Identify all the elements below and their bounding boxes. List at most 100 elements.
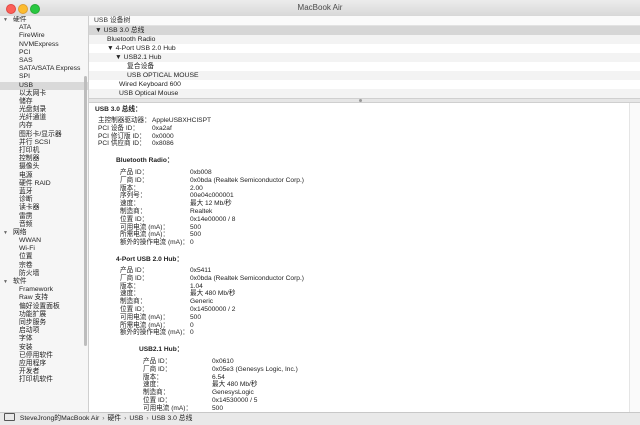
breadcrumb: SteveJrong的MacBook Air › 硬件 › USB › USB 3.0 总线 bbox=[0, 412, 640, 425]
sidebar-item[interactable]: 雷雳 bbox=[0, 213, 88, 221]
laptop-icon bbox=[4, 413, 15, 422]
sidebar-item[interactable]: 并行 SCSI bbox=[0, 139, 88, 147]
detail-scrollbar[interactable] bbox=[629, 103, 640, 412]
sidebar-item[interactable]: ATA bbox=[0, 24, 88, 32]
disclosure-triangle-icon[interactable]: ▼ bbox=[115, 54, 124, 61]
detail-field: 制造商： Generic bbox=[120, 298, 213, 306]
disclosure-triangle-icon[interactable]: ▼ bbox=[107, 45, 116, 52]
tree-row[interactable]: Bluetooth Radio bbox=[89, 35, 640, 44]
field-key: 可用电流 (mA)： bbox=[120, 313, 170, 321]
disclosure-triangle-icon[interactable]: ▼ bbox=[95, 27, 104, 34]
field-key: 厂商 ID： bbox=[120, 274, 149, 282]
sidebar-item[interactable]: 已停用软件 bbox=[0, 352, 88, 360]
sidebar-scrollbar[interactable] bbox=[84, 76, 87, 346]
detail-field: 额外的操作电流 (mA)： 0 bbox=[120, 239, 194, 247]
field-key: 产品 ID： bbox=[120, 169, 149, 176]
sidebar-item[interactable]: 读卡器 bbox=[0, 204, 88, 212]
field-value: 0x0610 bbox=[212, 358, 234, 365]
sidebar-item[interactable]: USB bbox=[0, 81, 88, 90]
sidebar-item[interactable]: 偏好设置面板 bbox=[0, 303, 88, 311]
sidebar-item[interactable]: SAS bbox=[0, 57, 88, 65]
sidebar-category[interactable]: ▼ 网络 bbox=[0, 229, 88, 237]
sidebar-item[interactable]: SPI bbox=[0, 73, 88, 81]
usb-device-tree[interactable]: USB 设备树 ▼ USB 3.0 总线 Bluetooth Radio ▼ 4-P… bbox=[89, 16, 640, 98]
field-value: 0x0bda (Realtek Semiconductor Corp.) bbox=[190, 176, 304, 184]
tree-row[interactable]: 复合设备 bbox=[89, 62, 640, 71]
tree-row[interactable]: ▼ 4-Port USB 2.0 Hub bbox=[89, 44, 640, 53]
tree-row[interactable]: USB OPTICAL MOUSE bbox=[89, 71, 640, 80]
sidebar-item[interactable]: 内存 bbox=[0, 122, 88, 130]
sidebar-category[interactable]: ▼ 硬件 bbox=[0, 16, 88, 24]
sidebar-item[interactable]: PCI bbox=[0, 49, 88, 57]
sidebar[interactable]: ▼ 硬件 ATA FireWire NVMExpress PCI SAS SATA/SATA … bbox=[0, 16, 89, 412]
sidebar-item[interactable]: 诊断 bbox=[0, 196, 88, 204]
breadcrumb-item[interactable]: USB bbox=[129, 415, 143, 422]
sidebar-item[interactable]: 启动项 bbox=[0, 327, 88, 335]
sidebar-item[interactable]: 图形卡/显示器 bbox=[0, 131, 88, 139]
sidebar-item[interactable]: 光纤通道 bbox=[0, 114, 88, 122]
tree-row[interactable]: Wired Keyboard 600 bbox=[89, 80, 640, 89]
tree-row-label: Bluetooth Radio bbox=[107, 36, 156, 43]
sidebar-item[interactable]: 储存 bbox=[0, 98, 88, 106]
sidebar-item[interactable]: 功能扩展 bbox=[0, 311, 88, 319]
detail-title: USB 3.0 总线： bbox=[95, 106, 142, 113]
tree-row-label: USB2.1 Hub bbox=[123, 54, 162, 61]
field-value: 最大 12 Mb/秒 bbox=[190, 200, 232, 208]
sidebar-item[interactable]: NVMExpress bbox=[0, 41, 88, 49]
sidebar-item[interactable]: 打印机 bbox=[0, 147, 88, 155]
field-value: AppleUSBXHCISPT bbox=[152, 117, 211, 124]
title-bar: MacBook Air bbox=[0, 0, 640, 17]
sidebar-list: ▼ 硬件 ATA FireWire NVMExpress PCI SAS SATA/SATA … bbox=[0, 16, 88, 384]
disclosure-triangle-icon[interactable]: ▼ bbox=[3, 229, 13, 237]
tree-row-label: USB OPTICAL MOUSE bbox=[127, 72, 199, 79]
field-key: 位置 ID： bbox=[143, 397, 172, 404]
sidebar-item[interactable]: WWAN bbox=[0, 237, 88, 245]
sidebar-item[interactable]: 字体 bbox=[0, 335, 88, 343]
tree-row[interactable]: USB Optical Mouse bbox=[89, 89, 640, 98]
sidebar-item[interactable]: 蓝牙 bbox=[0, 188, 88, 196]
field-value: 0x8086 bbox=[152, 140, 174, 148]
breadcrumb-item[interactable]: USB 3.0 总线 bbox=[152, 415, 193, 422]
field-key: 额外的操作电流 (mA)： bbox=[120, 329, 189, 337]
sidebar-item[interactable]: 控制器 bbox=[0, 155, 88, 163]
breadcrumb-separator-icon: › bbox=[124, 415, 127, 422]
sidebar-item[interactable]: 同步服务 bbox=[0, 319, 88, 327]
sidebar-item[interactable]: 防火墙 bbox=[0, 270, 88, 278]
tree-row[interactable]: ▼ USB2.1 Hub bbox=[89, 53, 640, 62]
tree-row-label: Wired Keyboard 600 bbox=[119, 81, 181, 88]
sidebar-item[interactable]: 安装 bbox=[0, 344, 88, 352]
sidebar-category[interactable]: ▼ 软件 bbox=[0, 278, 88, 286]
sidebar-item[interactable]: 硬件 RAID bbox=[0, 180, 88, 188]
field-value: Generic bbox=[190, 298, 214, 306]
sidebar-item[interactable]: SATA/SATA Express bbox=[0, 65, 88, 73]
field-value: 0x0bda (Realtek Semiconductor Corp.) bbox=[190, 274, 304, 282]
sidebar-item[interactable]: 摄像头 bbox=[0, 163, 88, 171]
sidebar-item[interactable]: 应用程序 bbox=[0, 360, 88, 368]
disclosure-triangle-icon[interactable]: ▼ bbox=[3, 278, 13, 286]
section-title: USB2.1 Hub： bbox=[139, 346, 184, 353]
sidebar-item[interactable]: 宗卷 bbox=[0, 262, 88, 270]
sidebar-item[interactable]: Wi-Fi bbox=[0, 245, 88, 253]
field-value: 0x5411 bbox=[190, 267, 212, 274]
sidebar-item[interactable]: 位置 bbox=[0, 253, 88, 261]
tree-row[interactable]: ▼ USB 3.0 总线 bbox=[89, 26, 640, 35]
sidebar-item[interactable]: 以太网卡 bbox=[0, 90, 88, 98]
breadcrumb-item[interactable]: 硬件 bbox=[108, 415, 122, 422]
section-title: Bluetooth Radio： bbox=[116, 157, 174, 164]
detail-field: 产品 ID： 0xb008 bbox=[120, 169, 212, 177]
sidebar-item[interactable]: 电源 bbox=[0, 172, 88, 180]
sidebar-item[interactable]: 打印机软件 bbox=[0, 376, 88, 384]
sidebar-item[interactable]: FireWire bbox=[0, 32, 88, 40]
field-value: 2.00 bbox=[190, 184, 203, 192]
tree-row-label: 复合设备 bbox=[127, 63, 155, 70]
field-value: 0x05e3 (Genesys Logic, Inc.) bbox=[212, 365, 298, 373]
sidebar-item[interactable]: 音频 bbox=[0, 221, 88, 229]
breadcrumb-item[interactable]: SteveJrong的MacBook Air bbox=[20, 415, 99, 422]
field-key: 制造商： bbox=[143, 389, 170, 397]
disclosure-triangle-icon[interactable]: ▼ bbox=[3, 16, 13, 24]
field-key: 额外的操作电流 (mA)： bbox=[120, 239, 189, 247]
field-key: 产品 ID： bbox=[120, 267, 149, 274]
sidebar-item[interactable]: Raw 支持 bbox=[0, 294, 88, 302]
splitter-handle-icon[interactable] bbox=[359, 99, 362, 102]
field-value: 500 bbox=[190, 231, 202, 239]
